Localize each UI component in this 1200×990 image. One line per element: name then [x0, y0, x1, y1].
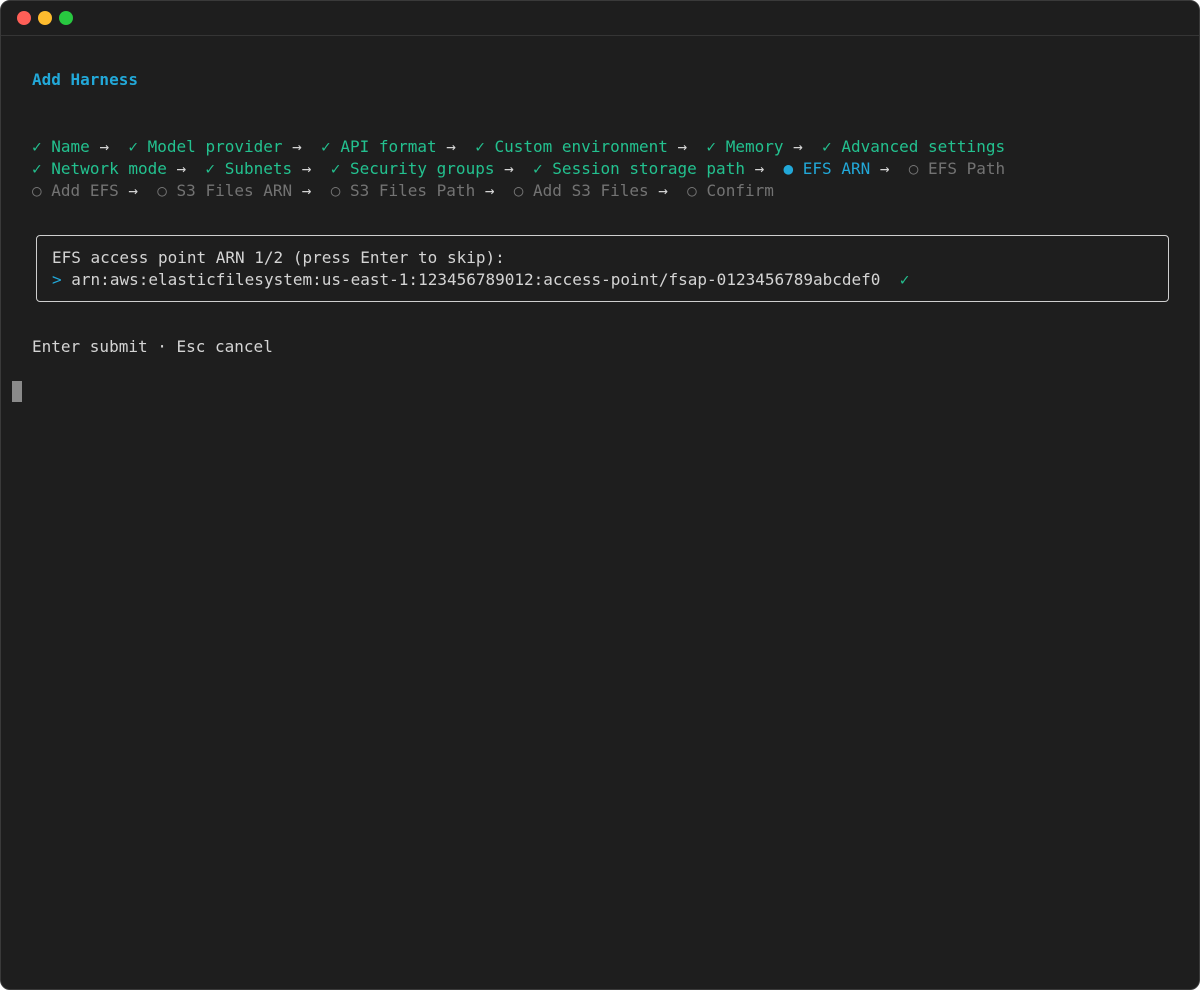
check-icon: ✓: [321, 137, 331, 156]
check-icon: ✓: [128, 137, 138, 156]
step-s3-files-path: ○ S3 Files Path: [330, 181, 476, 200]
step-session-storage-path: ✓ Session storage path: [533, 159, 745, 178]
arrow-right-icon: →: [176, 159, 187, 178]
arn-input-box[interactable]: EFS access point ARN 1/2 (press Enter to…: [36, 235, 1169, 302]
step-api-format: ✓ API format: [321, 137, 437, 156]
arrow-right-icon: →: [301, 181, 312, 200]
arrow-right-icon: →: [677, 137, 688, 156]
check-icon: ✓: [533, 159, 543, 178]
check-icon: ✓: [330, 159, 341, 178]
arrow-right-icon: →: [504, 159, 514, 178]
prompt-label: EFS access point ARN 1/2 (press Enter to…: [52, 248, 505, 267]
wizard-steps-row-1: ✓ Name → ✓ Model provider → ✓ API format…: [32, 136, 1005, 158]
step-subnets: ✓ Subnets: [205, 159, 293, 178]
check-icon: ✓: [475, 137, 485, 156]
maximize-window-button[interactable]: [59, 11, 73, 25]
arrow-right-icon: →: [99, 137, 110, 156]
terminal-window: Add Harness ✓ Name → ✓ Model provider → …: [0, 0, 1200, 990]
check-icon: ✓: [822, 137, 832, 156]
arrow-right-icon: →: [879, 159, 890, 178]
step-security-groups: ✓ Security groups: [330, 159, 495, 178]
check-icon: ✓: [32, 137, 42, 156]
step-add-s3-files: ○ Add S3 Files: [513, 181, 649, 200]
step-advanced-settings: ✓ Advanced settings: [822, 137, 1006, 156]
minimize-window-button[interactable]: [38, 11, 52, 25]
wizard-steps-row-2: ✓ Network mode → ✓ Subnets → ✓ Security …: [32, 158, 1005, 180]
step-model-provider: ✓ Model provider: [128, 137, 283, 156]
filled-circle-icon: ●: [783, 159, 794, 178]
step-efs-arn-current: ● EFS ARN: [783, 159, 871, 178]
title-bar: [1, 1, 1199, 36]
step-add-efs: ○ Add EFS: [32, 181, 119, 200]
step-memory: ✓ Memory: [706, 137, 784, 156]
empty-circle-icon: ○: [157, 181, 167, 200]
close-window-button[interactable]: [17, 11, 31, 25]
page-title: Add Harness: [32, 70, 138, 89]
arrow-right-icon: →: [292, 137, 302, 156]
empty-circle-icon: ○: [513, 181, 524, 200]
check-icon: ✓: [706, 137, 717, 156]
arrow-right-icon: →: [754, 159, 765, 178]
arn-input-value[interactable]: arn:aws:elasticfilesystem:us-east-1:1234…: [71, 270, 880, 289]
empty-circle-icon: ○: [32, 181, 42, 200]
step-efs-path: ○ EFS Path: [908, 159, 1006, 178]
step-network-mode: ✓ Network mode: [32, 159, 167, 178]
arrow-right-icon: →: [128, 181, 138, 200]
terminal-cursor: [12, 381, 22, 402]
step-name: ✓ Name: [32, 137, 90, 156]
empty-circle-icon: ○: [687, 181, 697, 200]
arrow-right-icon: →: [793, 137, 803, 156]
step-s3-files-arn: ○ S3 Files ARN: [157, 181, 293, 200]
check-icon: ✓: [205, 159, 216, 178]
keyboard-hint: Enter submit · Esc cancel: [32, 337, 273, 356]
arrow-right-icon: →: [658, 181, 668, 200]
arrow-right-icon: →: [484, 181, 495, 200]
arn-input[interactable]: > arn:aws:elasticfilesystem:us-east-1:12…: [52, 269, 909, 291]
arrow-right-icon: →: [446, 137, 456, 156]
empty-circle-icon: ○: [330, 181, 341, 200]
step-custom-environment: ✓ Custom environment: [475, 137, 668, 156]
prompt-caret-icon: >: [52, 270, 62, 289]
valid-check-icon: ✓: [899, 270, 910, 289]
empty-circle-icon: ○: [908, 159, 919, 178]
step-confirm: ○ Confirm: [687, 181, 774, 200]
check-icon: ✓: [32, 159, 42, 178]
wizard-steps-row-3: ○ Add EFS → ○ S3 Files ARN → ○ S3 Files …: [32, 180, 774, 202]
arrow-right-icon: →: [301, 159, 312, 178]
